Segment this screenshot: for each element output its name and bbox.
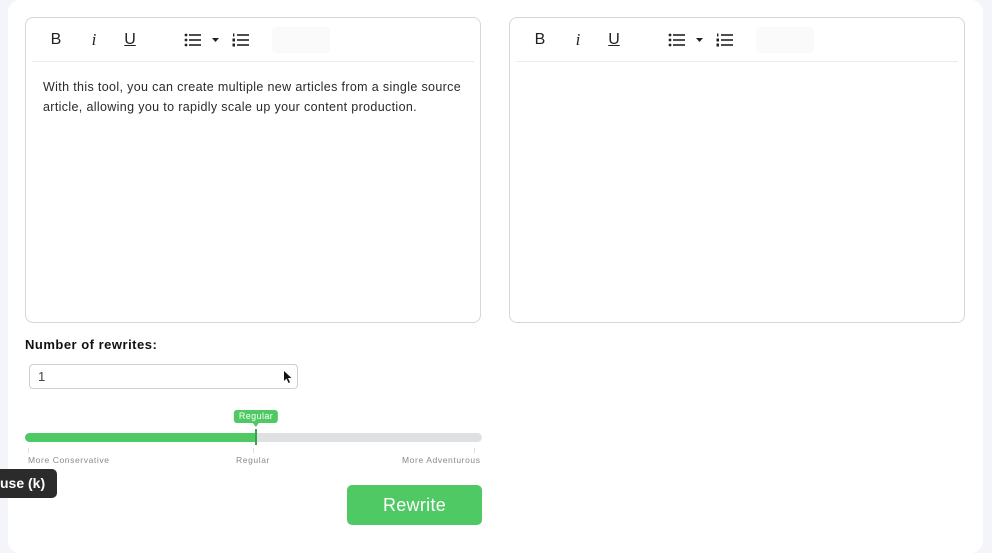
- ordered-list-icon: [232, 33, 249, 47]
- creativity-slider[interactable]: [25, 429, 482, 445]
- slider-label-regular: Regular: [236, 455, 270, 465]
- slider-label-adventurous: More Adventurous: [402, 455, 481, 465]
- slider-value-tooltip: Regular: [233, 410, 279, 427]
- bold-button[interactable]: B: [532, 28, 548, 52]
- output-editor-toolbar: B i U: [516, 18, 958, 62]
- mouse-cursor-icon: [284, 371, 292, 383]
- bullet-list-button[interactable]: [182, 28, 204, 52]
- source-editor-content[interactable]: With this tool, you can create multiple …: [43, 78, 466, 117]
- ordered-list-button[interactable]: [714, 28, 736, 52]
- slider-tick-start: [28, 448, 29, 453]
- bullet-list-button[interactable]: [666, 28, 688, 52]
- caret-down-icon: [211, 38, 219, 42]
- underline-button[interactable]: U: [122, 28, 138, 52]
- underline-button[interactable]: U: [606, 28, 622, 52]
- ordered-list-icon: [716, 33, 733, 47]
- ordered-list-button[interactable]: [230, 28, 252, 52]
- italic-button[interactable]: i: [88, 28, 100, 52]
- slider-fill: [25, 433, 256, 442]
- bullet-list-icon: [668, 33, 685, 47]
- list-style-dropdown[interactable]: [210, 28, 220, 52]
- rewrites-label: Number of rewrites:: [25, 337, 158, 352]
- toolbar-placeholder: [756, 27, 814, 53]
- keyboard-shortcut-tooltip: use (k): [0, 469, 58, 498]
- bold-button[interactable]: B: [48, 28, 64, 52]
- bullet-list-icon: [184, 33, 201, 47]
- italic-button[interactable]: i: [572, 28, 584, 52]
- rewrites-selected-value: 1: [38, 369, 46, 384]
- slider-tick-end: [474, 448, 475, 453]
- caret-down-icon: [695, 38, 703, 42]
- source-editor[interactable]: B i U With this tool, you can create mul…: [25, 17, 481, 323]
- rewrites-select[interactable]: 1: [29, 364, 298, 389]
- slider-label-conservative: More Conservative: [28, 455, 110, 465]
- output-editor[interactable]: B i U: [509, 17, 965, 323]
- rewrite-button[interactable]: Rewrite: [347, 485, 482, 525]
- list-style-dropdown[interactable]: [694, 28, 704, 52]
- slider-handle[interactable]: [255, 429, 257, 445]
- slider-tick-middle: [253, 448, 254, 453]
- source-editor-toolbar: B i U: [32, 18, 474, 62]
- toolbar-placeholder: [272, 27, 330, 53]
